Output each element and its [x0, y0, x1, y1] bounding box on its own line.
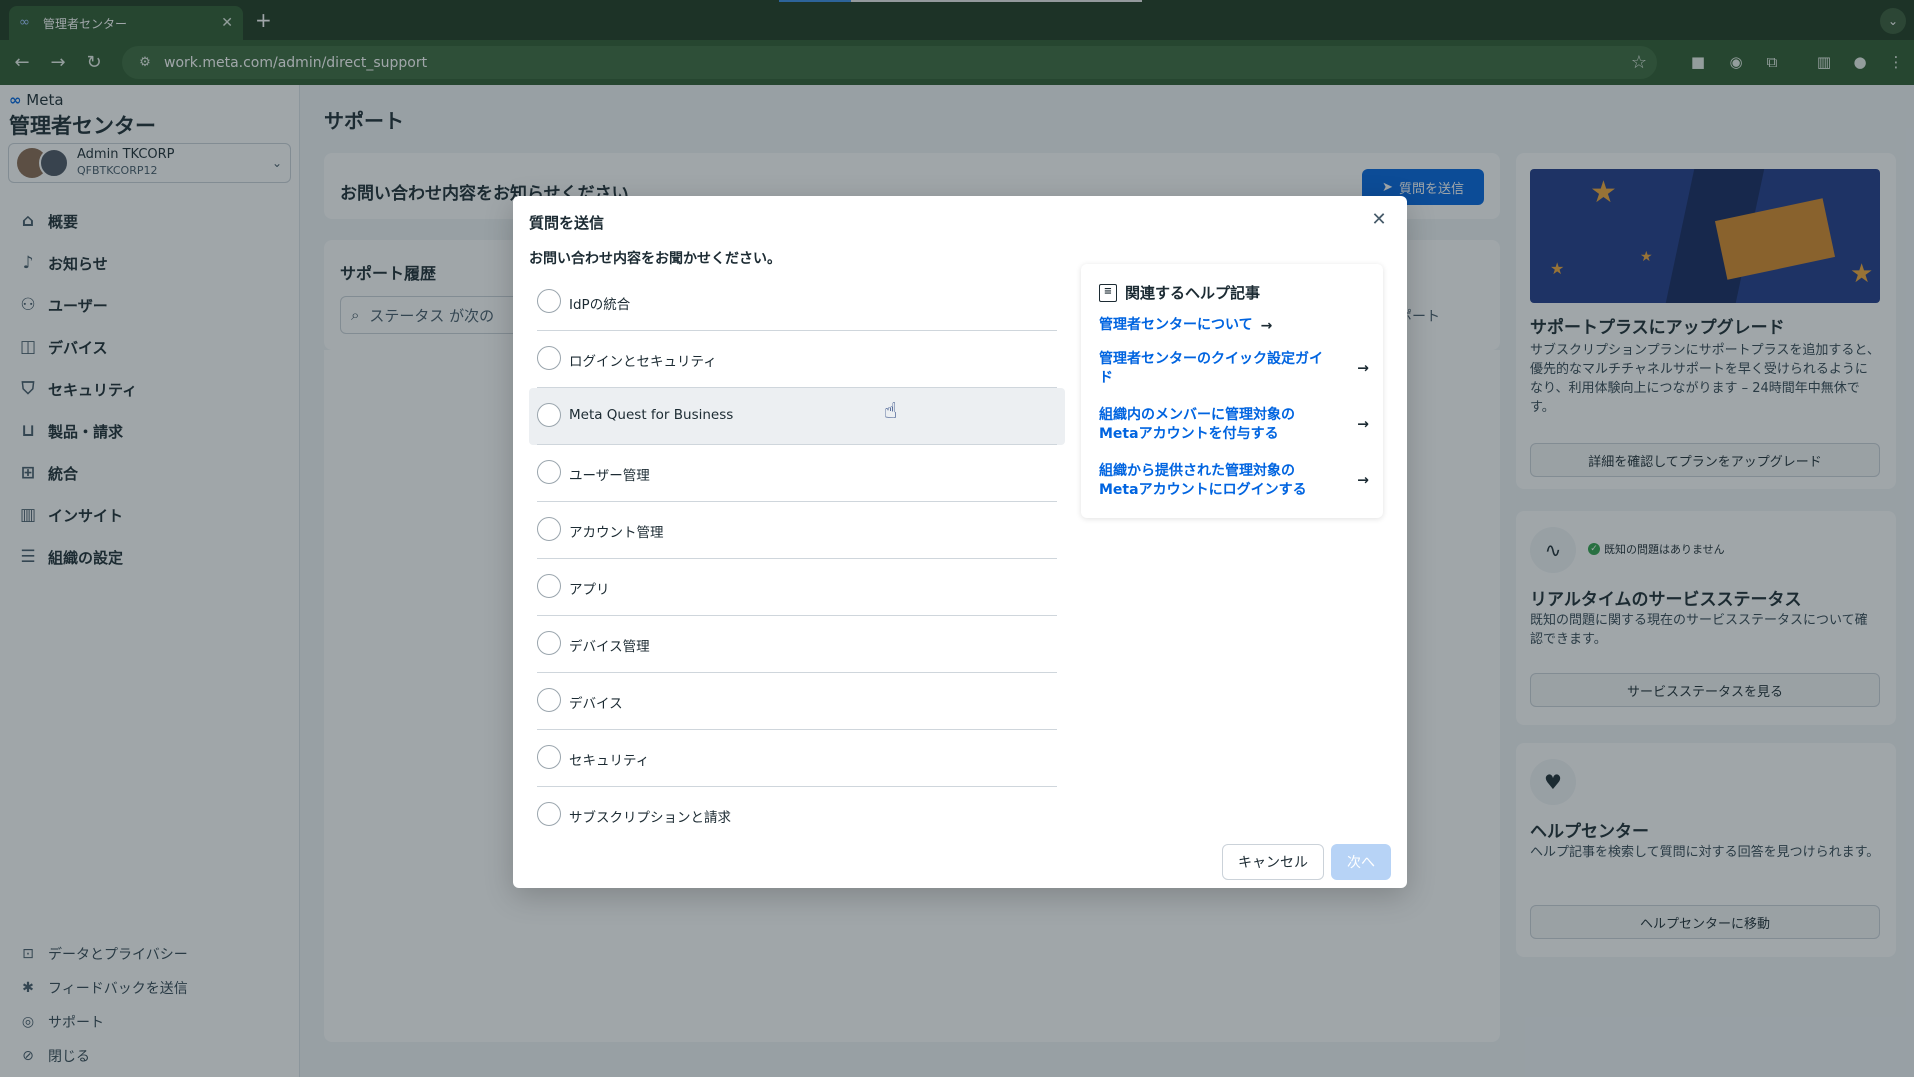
next-button[interactable]: 次へ — [1331, 844, 1391, 880]
topic-option[interactable]: ログインとセキュリティ — [529, 331, 1065, 388]
topic-option[interactable]: Meta Quest for Business — [529, 388, 1065, 445]
radio-button[interactable] — [537, 688, 561, 712]
radio-button[interactable] — [537, 517, 561, 541]
topic-option[interactable]: サブスクリプションと請求 — [529, 787, 1065, 844]
help-articles-heading: ≡ 関連するヘルプ記事 — [1099, 282, 1260, 303]
radio-button[interactable] — [537, 289, 561, 313]
close-icon[interactable]: ✕ — [1367, 208, 1391, 232]
arrow-right-icon: → — [1357, 472, 1369, 489]
topic-option[interactable]: デバイス管理 — [529, 616, 1065, 673]
arrow-right-icon: → — [1357, 360, 1369, 377]
help-article-link[interactable]: 組織内のメンバーに管理対象のMetaアカウントを付与する → — [1099, 406, 1369, 444]
topic-option[interactable]: アカウント管理 — [529, 502, 1065, 559]
dialog-title: 質問を送信 — [529, 214, 605, 232]
arrow-right-icon: → — [1357, 416, 1369, 433]
topic-option[interactable]: ユーザー管理 — [529, 445, 1065, 502]
radio-button[interactable] — [537, 460, 561, 484]
radio-button[interactable] — [537, 574, 561, 598]
radio-button[interactable] — [537, 631, 561, 655]
article-icon: ≡ — [1099, 283, 1117, 302]
radio-button[interactable] — [537, 346, 561, 370]
topic-option[interactable]: IdPの統合 — [529, 274, 1065, 331]
related-help-articles: ≡ 関連するヘルプ記事 管理者センターについて → 管理者センターのクイック設定ガイ… — [1081, 264, 1383, 518]
topic-option[interactable]: デバイス — [529, 673, 1065, 730]
radio-button[interactable] — [537, 802, 561, 826]
help-article-link[interactable]: 組織から提供された管理対象のMetaアカウントにログインする → — [1099, 462, 1369, 500]
radio-button[interactable] — [537, 745, 561, 769]
cancel-button[interactable]: キャンセル — [1222, 844, 1324, 880]
topic-option[interactable]: アプリ — [529, 559, 1065, 616]
hand-cursor-icon: ☝ — [884, 399, 898, 424]
topic-options: IdPの統合 ログインとセキュリティ Meta Quest for Busine… — [529, 274, 1065, 844]
topic-option[interactable]: セキュリティ — [529, 730, 1065, 787]
help-article-link[interactable]: 管理者センターについて → — [1099, 316, 1369, 336]
radio-button[interactable] — [537, 403, 561, 427]
help-article-link[interactable]: 管理者センターのクイック設定ガイド → — [1099, 350, 1369, 388]
send-question-dialog: 質問を送信 ✕ お問い合わせ内容をお聞かせください。 IdPの統合 ログインとセ… — [513, 196, 1407, 888]
arrow-right-icon: → — [1260, 317, 1273, 334]
dialog-prompt: お問い合わせ内容をお聞かせください。 — [529, 251, 781, 267]
